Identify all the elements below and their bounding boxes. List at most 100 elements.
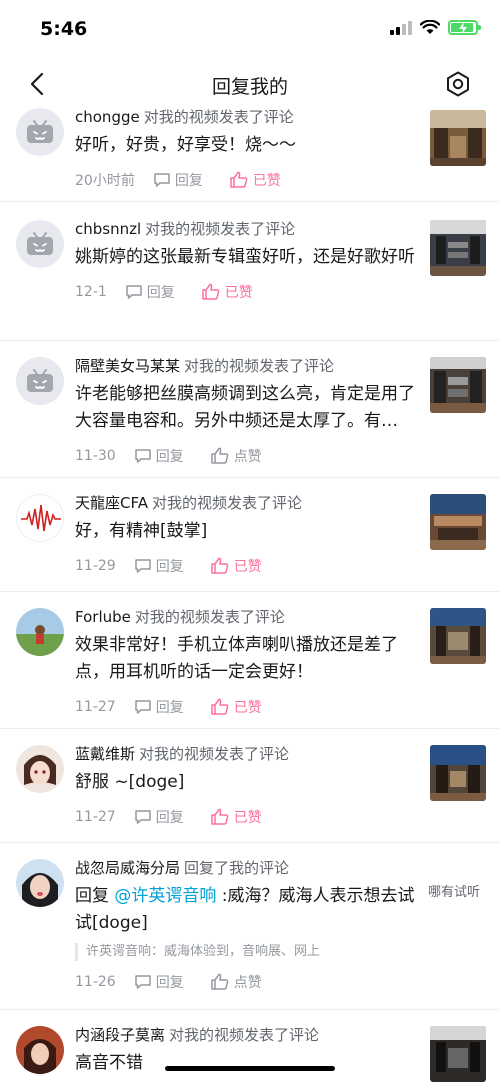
reply-item[interactable]: chbsnnzl 对我的视频发表了评论 姚斯婷的这张最新专辑蛮好听，还是好歌好听 … [0,202,500,341]
reply-item[interactable]: 隔壁美女马某某 对我的视频发表了评论 许老能够把丝膜高频调到这么亮，肯定是用了大容… [0,341,500,478]
comment-icon [134,975,151,989]
settings-gear-icon[interactable] [444,70,472,98]
status-time: 5:46 [40,18,88,40]
status-bar: 5:46 [0,0,500,60]
action-text: 对我的视频发表了评论 [134,608,285,626]
like-button[interactable]: 已赞 [229,170,281,190]
reply-button[interactable]: 回复 [134,556,184,576]
like-button[interactable]: 已赞 [210,556,262,576]
comment-text[interactable]: 效果非常好！手机立体声喇叭播放还是差了点，用耳机听的话一定会更好！ [75,632,418,686]
like-label: 已赞 [224,285,253,301]
username[interactable]: chbsnnzl [75,220,141,238]
action-text: 对我的视频发表了评论 [169,1026,320,1044]
default-avatar-icon[interactable] [16,108,64,156]
user-avatar[interactable] [16,494,64,542]
battery-icon [448,20,481,35]
comment-icon [134,700,151,714]
like-button[interactable]: 已赞 [210,697,262,717]
user-avatar[interactable] [16,1026,64,1074]
video-thumbnail[interactable] [430,220,486,276]
comment-text[interactable]: 好听，好贵，好享受！烧～～ [75,132,418,159]
timestamp: 11-26 [75,974,116,990]
reply-list: chongge 对我的视频发表了评论 好听，好贵，好享受！烧～～ 20小时前 回复… [0,100,500,1082]
comment-text[interactable]: 许老能够把丝膜高频调到这么亮，肯定是用了大容量电容和。另外中频还是太厚了。有… [75,381,418,435]
username[interactable]: 天龍座CFA [75,494,148,512]
thumbs-up-icon [230,171,248,188]
default-avatar-icon[interactable] [16,220,64,268]
like-button[interactable]: 已赞 [201,282,253,302]
reply-item[interactable]: 战忽局威海分局 回复了我的评论 回复 @许英谔音响 :威海？威海人表示想去试试[d… [0,843,500,1010]
reply-label: 回复 [155,810,184,826]
timestamp: 11-27 [75,809,116,825]
action-text: 对我的视频发表了评论 [152,494,303,512]
username[interactable]: 战忽局威海分局 [75,859,180,877]
video-thumbnail[interactable] [430,494,486,550]
like-button[interactable]: 已赞 [210,807,262,827]
action-text: 对我的视频发表了评论 [143,108,294,126]
timestamp: 11-27 [75,699,116,715]
status-icons [390,20,481,35]
username[interactable]: 隔壁美女马某某 [75,357,180,375]
wifi-icon [420,20,440,34]
comment-icon [126,285,142,299]
reply-button[interactable]: 回复 [134,697,184,717]
comment-text[interactable]: 舒服 ~[doge] [75,769,418,796]
thumbs-up-icon [210,973,229,990]
action-text: 对我的视频发表了评论 [145,220,296,238]
comment-icon [134,449,151,463]
like-label: 点赞 [233,975,262,991]
timestamp: 11-30 [75,448,116,464]
cellular-signal-icon [390,20,412,35]
comment-text[interactable]: 姚斯婷的这张最新专辑蛮好听，还是好歌好听 [75,244,418,271]
reply-label: 回复 [155,449,184,465]
username[interactable]: 内涵段子莫离 [75,1026,165,1044]
like-label: 已赞 [233,810,262,826]
thumbs-up-icon [202,283,220,300]
timestamp: 12-1 [75,284,107,300]
reply-item[interactable]: 蓝戴维斯 对我的视频发表了评论 舒服 ~[doge] 11-27 回复 已赞 [0,729,500,843]
user-avatar[interactable] [16,745,64,793]
video-thumbnail[interactable] [430,745,486,801]
reply-button[interactable]: 回复 [153,170,203,190]
like-label: 点赞 [233,449,262,465]
video-thumbnail[interactable] [430,1026,486,1082]
reply-label: 回复 [146,285,175,301]
thumbs-up-icon [210,447,229,464]
like-label: 已赞 [233,700,262,716]
timestamp: 11-29 [75,558,116,574]
thumbs-up-icon [210,698,229,715]
user-avatar[interactable] [16,859,64,907]
video-thumbnail[interactable] [430,357,486,413]
action-text: 对我的视频发表了评论 [184,357,335,375]
reply-item[interactable]: 天龍座CFA 对我的视频发表了评论 好，有精神[鼓掌] 11-29 回复 已赞 [0,478,500,592]
username[interactable]: 蓝戴维斯 [75,745,135,763]
comment-text[interactable]: 回复 @许英谔音响 :威海？威海人表示想去试试[doge] [75,883,418,937]
like-button[interactable]: 点赞 [210,972,262,992]
video-thumbnail[interactable] [430,110,486,166]
reply-button[interactable]: 回复 [134,972,184,992]
reply-item[interactable]: chongge 对我的视频发表了评论 好听，好贵，好享受！烧～～ 20小时前 回复… [0,100,500,202]
user-avatar[interactable] [16,608,64,656]
reply-item[interactable]: Forlube 对我的视频发表了评论 效果非常好！手机立体声喇叭播放还是差了点，用… [0,592,500,729]
reply-label: 回复 [174,173,203,189]
username[interactable]: chongge [75,108,140,126]
like-button[interactable]: 点赞 [210,446,262,466]
video-thumbnail[interactable] [430,608,486,664]
mention-link[interactable]: @许英谔音响 [114,886,216,906]
username[interactable]: Forlube [75,608,131,626]
comment-text[interactable]: 高音不错 [75,1050,418,1077]
original-comment-preview[interactable]: 哪有试听 [428,881,480,900]
reply-item[interactable]: 内涵段子莫离 对我的视频发表了评论 高音不错 [0,1010,500,1082]
default-avatar-icon[interactable] [16,357,64,405]
action-text: 对我的视频发表了评论 [139,745,290,763]
reply-button[interactable]: 回复 [134,807,184,827]
quoted-comment[interactable]: 许英谔音响：威海体验到，音响展、网上 [75,943,418,961]
thumbs-up-icon [210,808,229,825]
reply-button[interactable]: 回复 [134,446,184,466]
home-indicator[interactable] [165,1066,335,1071]
reply-label: 回复 [155,975,184,991]
comment-icon [134,559,151,573]
comment-text[interactable]: 好，有精神[鼓掌] [75,518,418,545]
reply-button[interactable]: 回复 [125,282,175,302]
thumbs-up-icon [210,557,229,574]
